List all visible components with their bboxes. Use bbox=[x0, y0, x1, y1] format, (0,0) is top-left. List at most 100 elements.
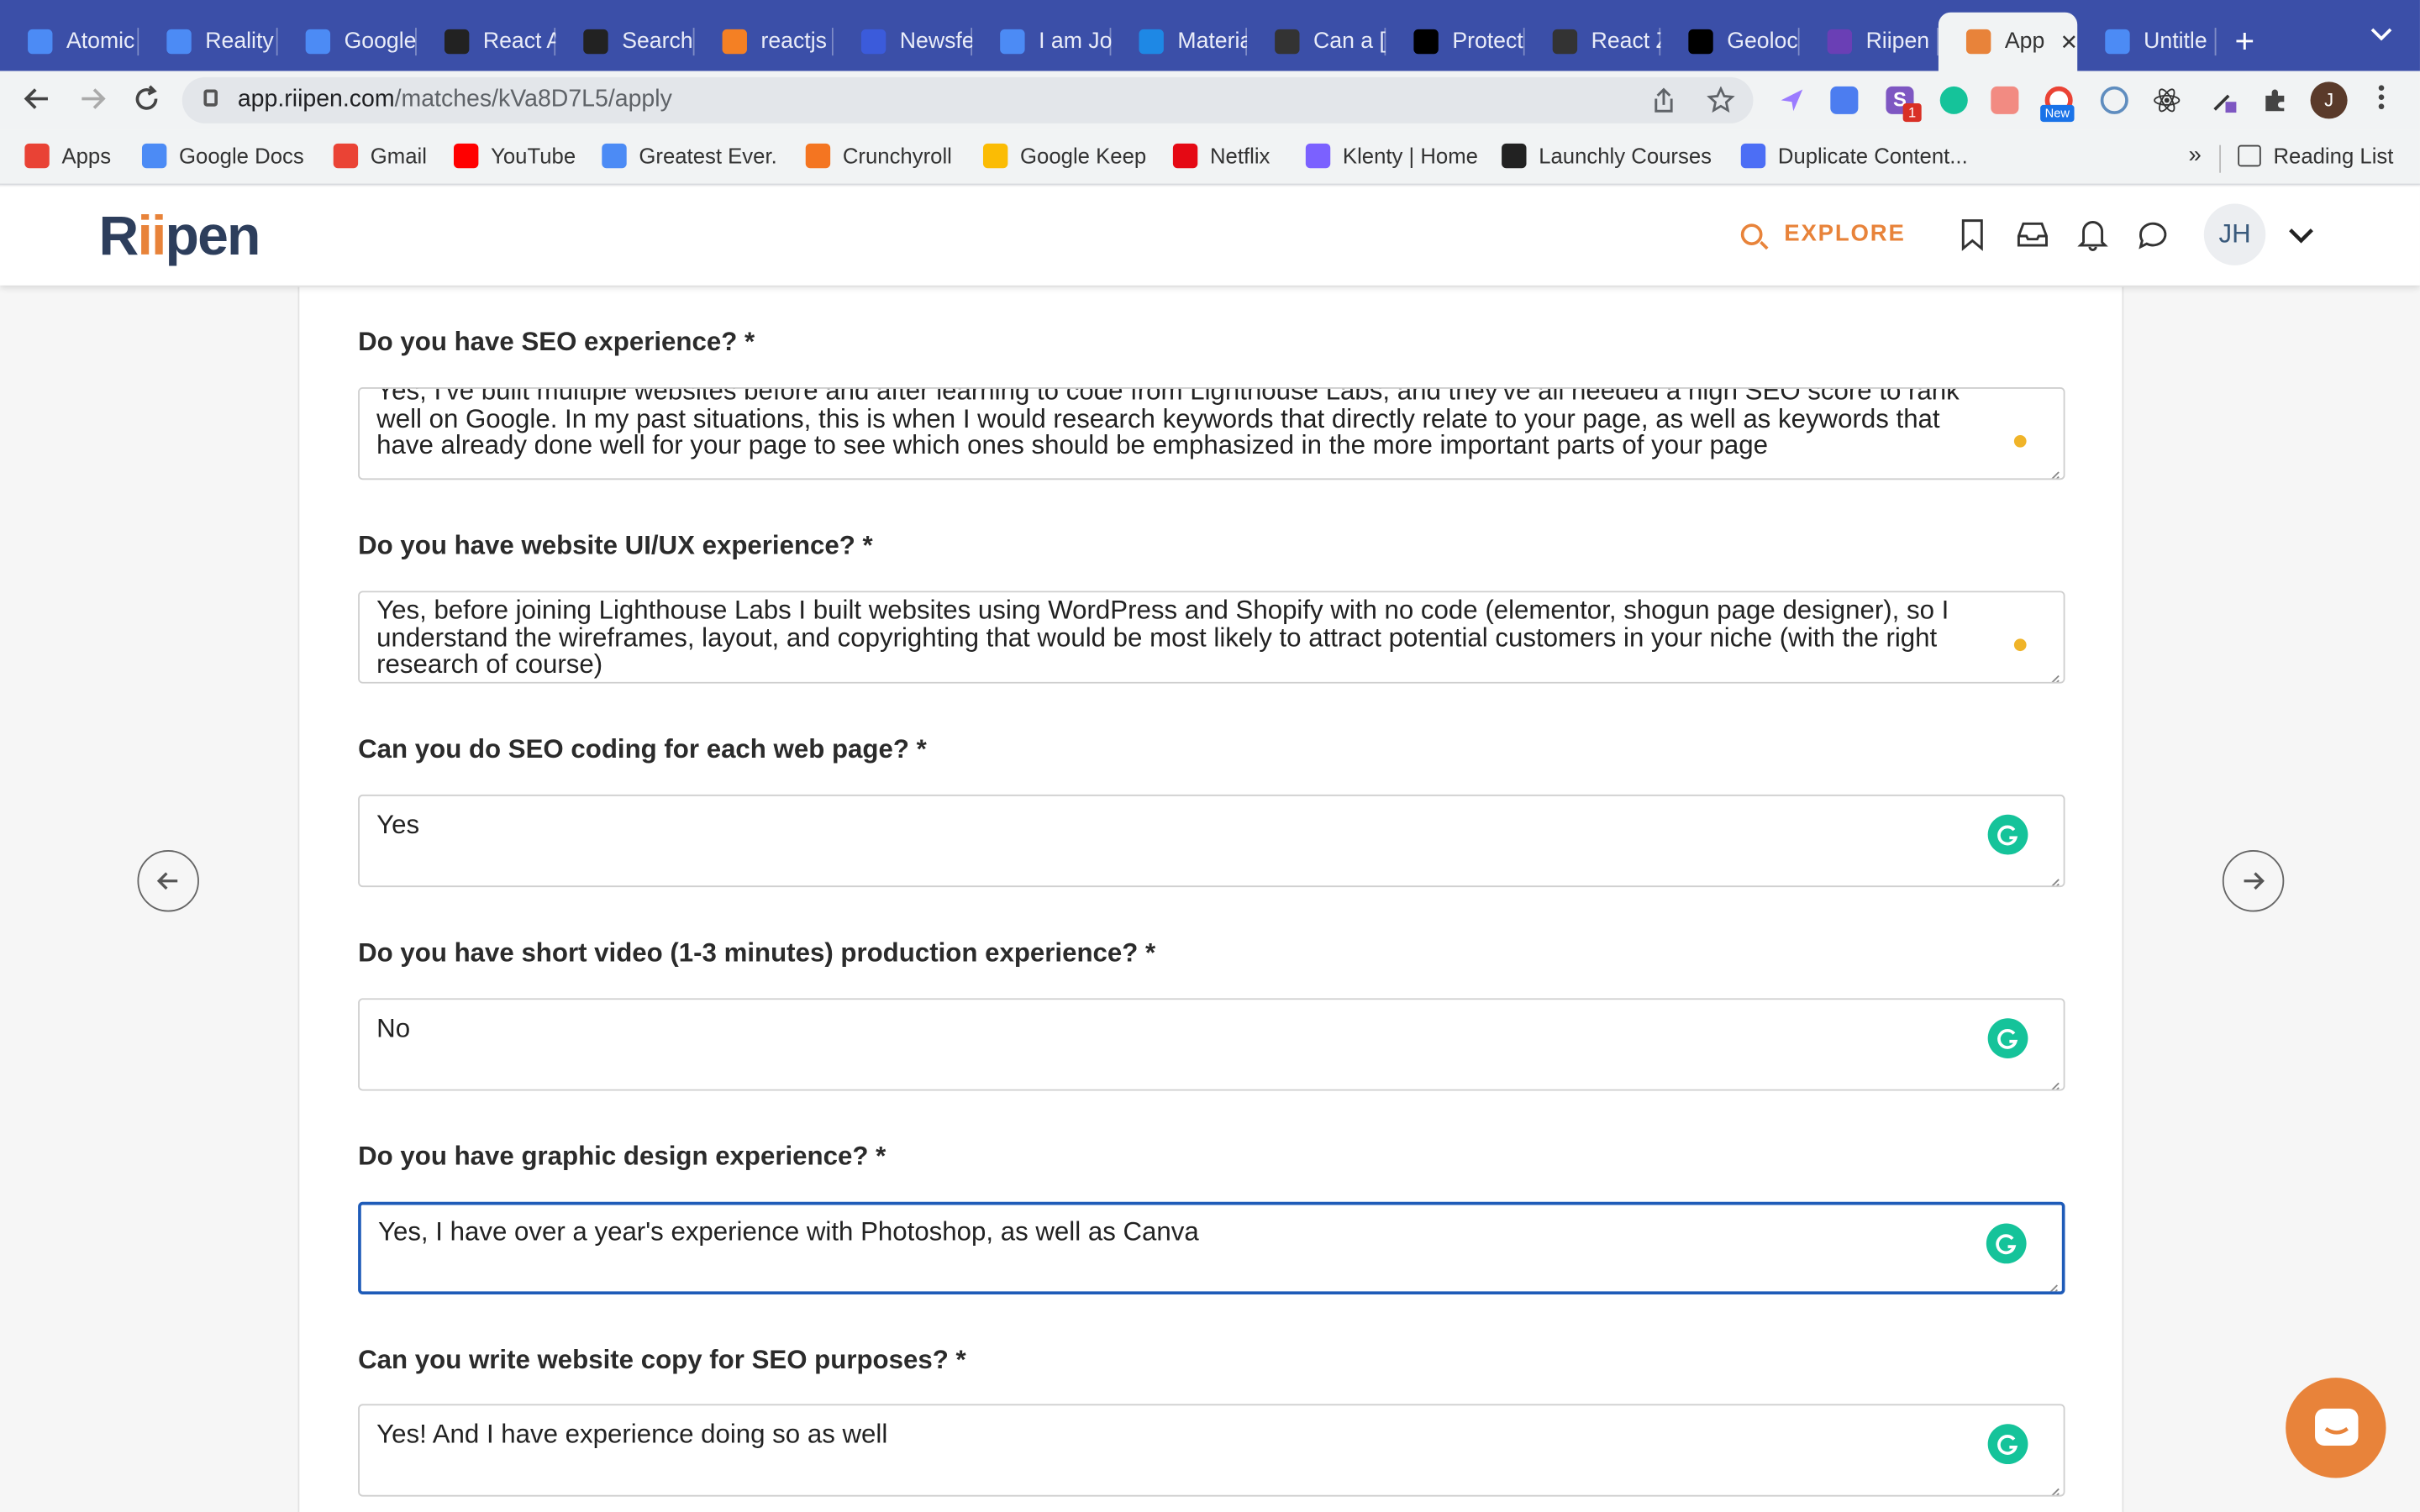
account-chevron-down-icon[interactable] bbox=[2287, 218, 2315, 260]
browser-tab[interactable]: Geoloc bbox=[1660, 13, 1800, 71]
close-tab-icon[interactable]: ✕ bbox=[2060, 29, 2078, 55]
grammarly-icon[interactable] bbox=[1987, 814, 2028, 855]
previous-arrow-button[interactable] bbox=[137, 850, 199, 912]
reading-list-icon bbox=[2238, 144, 2261, 167]
app-header: Riipen EXPLORE JH bbox=[0, 186, 2420, 286]
bell-icon[interactable] bbox=[2077, 218, 2111, 251]
bookmark-item[interactable]: Netflix bbox=[1172, 143, 1270, 169]
resize-handle-icon[interactable] bbox=[2048, 1479, 2060, 1495]
bookmark-item[interactable]: Launchly Courses bbox=[1502, 143, 1712, 169]
klenty-extension-icon[interactable] bbox=[1778, 87, 1806, 114]
bookmark-item[interactable]: Google Keep bbox=[982, 143, 1146, 169]
forward-icon[interactable] bbox=[77, 83, 108, 123]
bookmark-item[interactable]: Gmail bbox=[333, 143, 427, 169]
resize-handle-icon[interactable] bbox=[2048, 463, 2060, 479]
browser-tab[interactable]: Reality bbox=[139, 13, 278, 71]
answer-textarea[interactable]: Yes! And I have experience doing so as w… bbox=[358, 1404, 2065, 1497]
riipen-logo[interactable]: Riipen bbox=[99, 203, 261, 268]
next-arrow-button[interactable] bbox=[2222, 850, 2285, 912]
application-form: Do you have SEO experience? * Yes, I've b… bbox=[297, 286, 2124, 1512]
triangle-icon bbox=[1552, 29, 1578, 55]
docs-icon bbox=[2105, 29, 2130, 55]
bookmark-label: Google Docs bbox=[179, 143, 304, 169]
bookmark-item[interactable]: Apps bbox=[24, 143, 111, 169]
answer-text: Yes! And I have experience doing so as w… bbox=[376, 1419, 888, 1449]
browser-tab[interactable]: Atomic bbox=[0, 13, 139, 71]
browser-tab[interactable]: React A bbox=[417, 13, 556, 71]
browser-tab[interactable]: Riipen bbox=[1800, 13, 1939, 71]
inbox-icon[interactable] bbox=[2016, 218, 2049, 251]
puzzle-extensions-icon[interactable] bbox=[2261, 87, 2289, 114]
answer-textarea[interactable]: No bbox=[358, 998, 2065, 1091]
browser-tab[interactable]: Untitle bbox=[2077, 13, 2217, 71]
reload-icon[interactable] bbox=[131, 83, 162, 123]
browser-tab[interactable]: Can a [ bbox=[1247, 13, 1386, 71]
reading-list-label: Reading List bbox=[2273, 143, 2394, 169]
answer-textarea[interactable]: Yes bbox=[358, 794, 2065, 888]
bookmarks-overflow-button[interactable]: » bbox=[2188, 142, 2201, 168]
resize-handle-icon[interactable] bbox=[2048, 666, 2060, 682]
resize-handle-icon[interactable] bbox=[2048, 870, 2060, 886]
answer-textarea[interactable]: Yes, I've built multiple websites before… bbox=[358, 387, 2065, 480]
bookmark-item[interactable]: Crunchyroll bbox=[805, 143, 952, 169]
bookmark-item[interactable]: Google Docs bbox=[141, 143, 304, 169]
bookmark-icon[interactable] bbox=[1957, 218, 1991, 251]
browser-tab[interactable]: Materia bbox=[1111, 13, 1248, 71]
new-tab-button[interactable]: + bbox=[2235, 22, 2255, 62]
browser-tab[interactable]: Protect bbox=[1386, 13, 1525, 71]
browser-tab[interactable]: Google bbox=[278, 13, 417, 71]
browser-tab[interactable]: App ✕ bbox=[1938, 12, 2078, 71]
sync-extension-icon[interactable] bbox=[2100, 86, 2128, 114]
netflix-icon bbox=[1172, 143, 1198, 169]
grammarly-extension-icon[interactable] bbox=[1939, 86, 1968, 114]
browser-menu-icon[interactable] bbox=[2377, 83, 2386, 118]
browser-tab[interactable]: Search bbox=[555, 13, 695, 71]
back-icon[interactable] bbox=[22, 83, 53, 123]
tab-title: Untitle bbox=[2144, 29, 2207, 55]
grammarly-icon[interactable] bbox=[1987, 1018, 2028, 1058]
answer-text: Yes, I have over a year's experience wit… bbox=[377, 1217, 1199, 1247]
address-bar[interactable]: app.riipen.com/matches/kVa8D7L5/apply bbox=[182, 76, 1754, 123]
bookmark-item[interactable]: Greatest Ever. bbox=[602, 143, 777, 169]
question-label: Do you have short video (1-3 minutes) pr… bbox=[358, 937, 1156, 968]
grammarly-status-dot-icon[interactable] bbox=[2013, 638, 2027, 652]
youtube-icon bbox=[453, 143, 479, 169]
user-avatar[interactable]: JH bbox=[2203, 203, 2266, 265]
bookmark-item[interactable]: Duplicate Content... bbox=[1740, 143, 1968, 169]
resize-handle-icon[interactable] bbox=[2048, 1074, 2060, 1089]
chat-icon[interactable] bbox=[2136, 218, 2170, 251]
reading-list-button[interactable]: Reading List bbox=[2238, 144, 2393, 168]
bookmark-item[interactable]: YouTube bbox=[453, 143, 576, 169]
grammarly-icon[interactable] bbox=[1987, 1424, 2028, 1465]
tab-search-chevron-icon[interactable] bbox=[2370, 22, 2392, 46]
react-devtools-icon[interactable] bbox=[2153, 87, 2181, 114]
new-badge: New bbox=[2040, 104, 2075, 123]
bookmark-item[interactable]: Klenty | Home bbox=[1305, 143, 1478, 169]
tab-title: Search bbox=[622, 29, 693, 55]
address-path: /matches/kVa8D7L5/apply bbox=[394, 86, 672, 113]
share-icon[interactable] bbox=[1651, 87, 1676, 122]
intercom-chat-button[interactable] bbox=[2286, 1378, 2386, 1478]
resize-handle-icon[interactable] bbox=[2046, 1276, 2059, 1292]
eyedropper-extension-icon[interactable] bbox=[2210, 87, 2238, 114]
browser-tab[interactable]: React Z bbox=[1525, 13, 1661, 71]
grammarly-icon[interactable] bbox=[1986, 1223, 2027, 1264]
red-extension-icon[interactable] bbox=[1991, 86, 2019, 114]
browser-tab[interactable]: reactjs bbox=[695, 13, 834, 71]
browser-tab[interactable]: Newsfe bbox=[834, 13, 973, 71]
calendar-extension-icon[interactable] bbox=[1830, 86, 1859, 114]
bookmark-star-icon[interactable] bbox=[1707, 86, 1735, 122]
answer-text: Yes, I've built multiple websites before… bbox=[376, 387, 1960, 460]
grammarly-status-dot-icon[interactable] bbox=[2013, 434, 2027, 448]
list-icon bbox=[1827, 29, 1853, 55]
tab-title: I am Jo bbox=[1039, 29, 1112, 55]
address-host: app.riipen.com bbox=[237, 86, 395, 113]
profile-avatar[interactable]: J bbox=[2310, 81, 2348, 119]
answer-text: Yes bbox=[376, 810, 420, 840]
explore-button[interactable]: EXPLORE bbox=[1740, 221, 1906, 247]
tab-title: reactjs bbox=[760, 29, 827, 55]
browser-tab[interactable]: I am Jo bbox=[972, 13, 1112, 71]
answer-textarea[interactable]: Yes, before joining Lighthouse Labs I bu… bbox=[358, 591, 2065, 684]
answer-textarea[interactable]: Yes, I have over a year's experience wit… bbox=[358, 1201, 2065, 1294]
answer-text: Yes, before joining Lighthouse Labs I bu… bbox=[376, 595, 1949, 680]
